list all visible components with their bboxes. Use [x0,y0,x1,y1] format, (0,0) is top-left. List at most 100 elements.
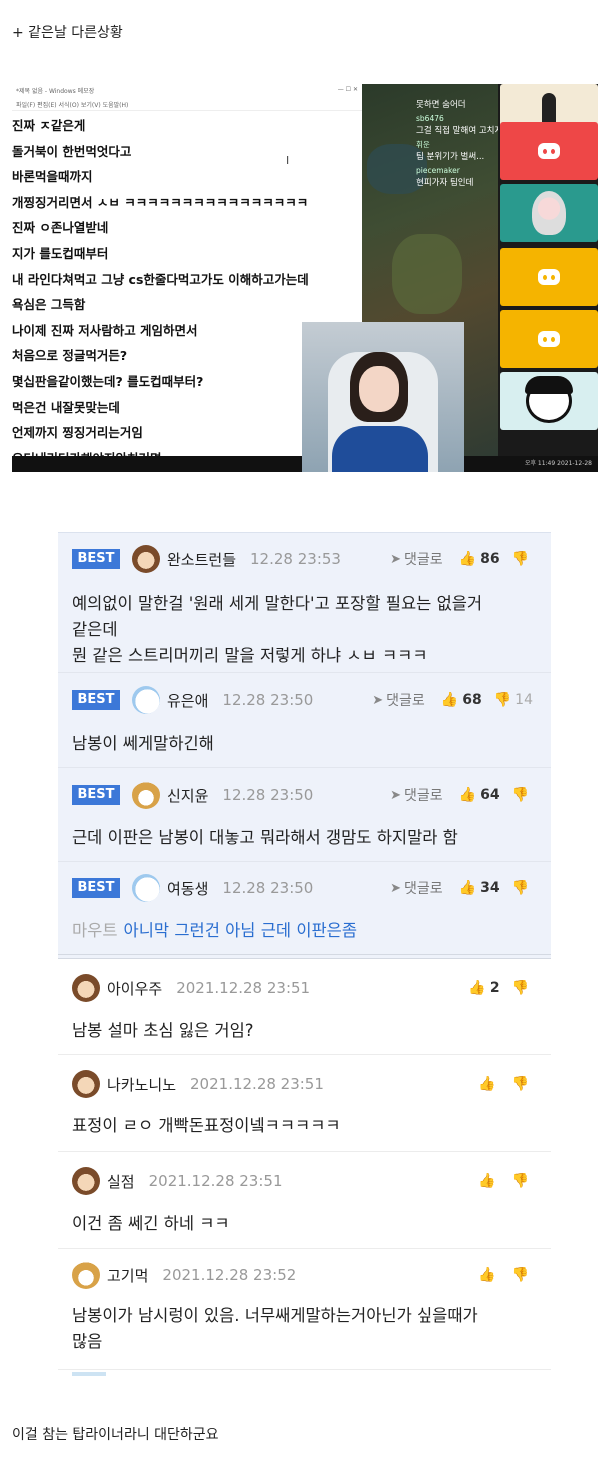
avatar[interactable] [72,1261,100,1289]
normal-comments: 아이우주 2021.12.28 23:51 👍 2 👎 남봉 설마 초심 잃은 거… [58,959,551,1378]
chat-user: piecemaker [416,166,460,175]
reply-arrow-icon: ➤ [390,787,401,803]
reply-label: 댓글로 [386,693,425,709]
comment-body: 마우트 아니막 그런건 아님 근데 이판은좀 [72,918,357,944]
username[interactable]: 아이우주 [107,978,162,999]
dislike-count: 14 [515,692,533,708]
avatar[interactable] [132,686,160,714]
avatar[interactable] [72,1167,100,1195]
thumbs-down-icon: 👎 [511,880,529,896]
reply-button[interactable]: ➤ 댓글로 [372,690,425,710]
notepad-titlebar: *제목 없음 - Windows 메모장 — ☐ ✕ [12,84,362,100]
like-button[interactable]: 👍 [478,1173,499,1189]
dislike-button[interactable]: 👎 [512,880,533,896]
avatar[interactable] [72,1070,100,1098]
like-button[interactable]: 👍 86 [459,551,500,567]
comment-text: 표정이 ㄹㅇ 개빡돈표정이넼ㅋㅋㅋㅋㅋ [72,1116,341,1135]
comment-header: 실점 2021.12.28 23:51 👍 👎 [58,1167,551,1195]
next-comment-hint [58,1370,551,1378]
comment-header: BEST 여동생 12.28 23:50 ➤ 댓글로 👍 34 👎 [58,874,551,902]
dislike-button[interactable]: 👎 [512,1267,533,1283]
tray-time: 오후 11:49 [524,460,556,467]
timestamp: 2021.12.28 23:52 [162,1266,297,1284]
username[interactable]: 유은애 [167,690,208,711]
comment-text: 뭔 같은 스트리머끼리 말을 저렇게 하냐 ㅅㅂ ㅋㅋㅋ [72,646,428,665]
username[interactable]: 여동생 [167,878,208,899]
reply-button[interactable]: ➤ 댓글로 [390,549,443,569]
post-caption-top: + 같은날 다른상황 [12,25,123,41]
chat-line: 현피가자 팀인데 [416,178,474,188]
thumbs-up-icon: 👍 [478,1267,496,1283]
thumbs-down-icon: 👎 [511,787,529,803]
reply-label: 댓글로 [404,552,443,568]
username[interactable]: 신지윤 [167,785,208,806]
like-button[interactable]: 👍 68 [441,692,482,708]
comment: 고기먹 2021.12.28 23:52 👍 👎 남봉이가 남시렁이 있음. 너… [58,1249,551,1370]
avatar[interactable] [132,874,160,902]
dislike-button[interactable]: 👎 [512,1173,533,1189]
chat-user: sb6476 [416,114,444,123]
thumbs-up-icon: 👍 [458,551,477,567]
like-count: 86 [480,551,500,567]
like-button[interactable]: 👍 2 [468,980,499,996]
comment-text: 남봉 설마 초심 잃은 거임? [72,1021,254,1040]
voice-participants [498,84,598,456]
discord-icon [538,143,560,159]
reply-arrow-icon: ➤ [390,880,401,896]
participant-tile [500,310,598,368]
avatar[interactable] [72,974,100,1002]
reply-button[interactable]: ➤ 댓글로 [390,785,443,805]
comment-body: 남봉이 쎄게말하긴해 [72,731,214,757]
comment-actions: 👍 👎 [462,1267,533,1283]
best-comments: BEST 완소트런들 12.28 23:53 ➤ 댓글로 👍 86 👎 예의없이 말… [58,532,551,954]
comment-body: 근데 이판은 남봉이 대놓고 뭐라해서 갱맘도 하지말라 함 [72,825,458,851]
chat-line: 팀 분위기가 벌써... [416,152,485,162]
system-tray: 오후 11:49 2021-12-28 [525,456,592,472]
anime-avatar-icon [532,191,566,235]
like-button[interactable]: 👍 [478,1267,499,1283]
notepad-line: 욕심은 그득함 [12,297,86,313]
best-badge: BEST [72,690,120,710]
comment-text: 근데 이판은 남봉이 대놓고 뭐라해서 갱맘도 하지말라 함 [72,828,458,847]
dislike-button[interactable]: 👎 [512,551,533,567]
thumbs-down-icon: 👎 [511,551,529,567]
participant-tile [500,248,598,306]
next-avatar-edge [72,1372,106,1376]
chat-line [416,86,506,99]
comment-header: 아이우주 2021.12.28 23:51 👍 2 👎 [58,974,551,1002]
dislike-button[interactable]: 👎 14 [494,692,533,708]
username[interactable]: 고기먹 [107,1265,148,1286]
like-button[interactable]: 👍 64 [459,787,500,803]
dislike-button[interactable]: 👎 [512,787,533,803]
thumbs-down-icon: 👎 [511,1076,529,1092]
comment-actions: ➤ 댓글로 👍 86 👎 [390,549,533,569]
text-cursor-icon: I [286,154,290,167]
chat-line: 못하면 숨어더 [416,100,466,110]
avatar[interactable] [132,781,160,809]
avatar[interactable] [132,545,160,573]
dislike-button[interactable]: 👎 [512,980,533,996]
thumbs-up-icon: 👍 [440,692,459,708]
thumbs-up-icon: 👍 [478,1076,496,1092]
thumbs-up-icon: 👍 [458,880,477,896]
mention-user[interactable]: 마우트 [72,921,118,940]
webcam-overlay [302,322,464,472]
like-button[interactable]: 👍 34 [459,880,500,896]
like-count: 64 [480,787,500,803]
comment-actions: 👍 2 👎 [452,980,533,996]
username[interactable]: 실점 [107,1171,135,1192]
username[interactable]: 완소트런들 [167,549,236,570]
notepad-line: 지가 를도컵때부터 [12,245,109,261]
like-button[interactable]: 👍 [478,1076,499,1092]
like-count: 2 [489,980,500,996]
stream-screenshot: *제목 없음 - Windows 메모장 — ☐ ✕ 파일(F) 편집(E) 서… [12,84,598,472]
participant-tile [500,372,598,430]
comment-text: 남봉이 쎄게말하긴해 [72,734,214,753]
notepad-menu: 파일(F) 편집(E) 서식(O) 보기(V) 도움말(H) [12,100,362,111]
reply-button[interactable]: ➤ 댓글로 [390,878,443,898]
comment-body: 남봉 설마 초심 잃은 거임? [72,1018,254,1044]
username[interactable]: 나카노니노 [107,1074,176,1095]
dislike-button[interactable]: 👎 [512,1076,533,1092]
comment-text: 많음 [72,1332,103,1351]
notepad-line: 바론먹을때까지 [12,169,93,185]
